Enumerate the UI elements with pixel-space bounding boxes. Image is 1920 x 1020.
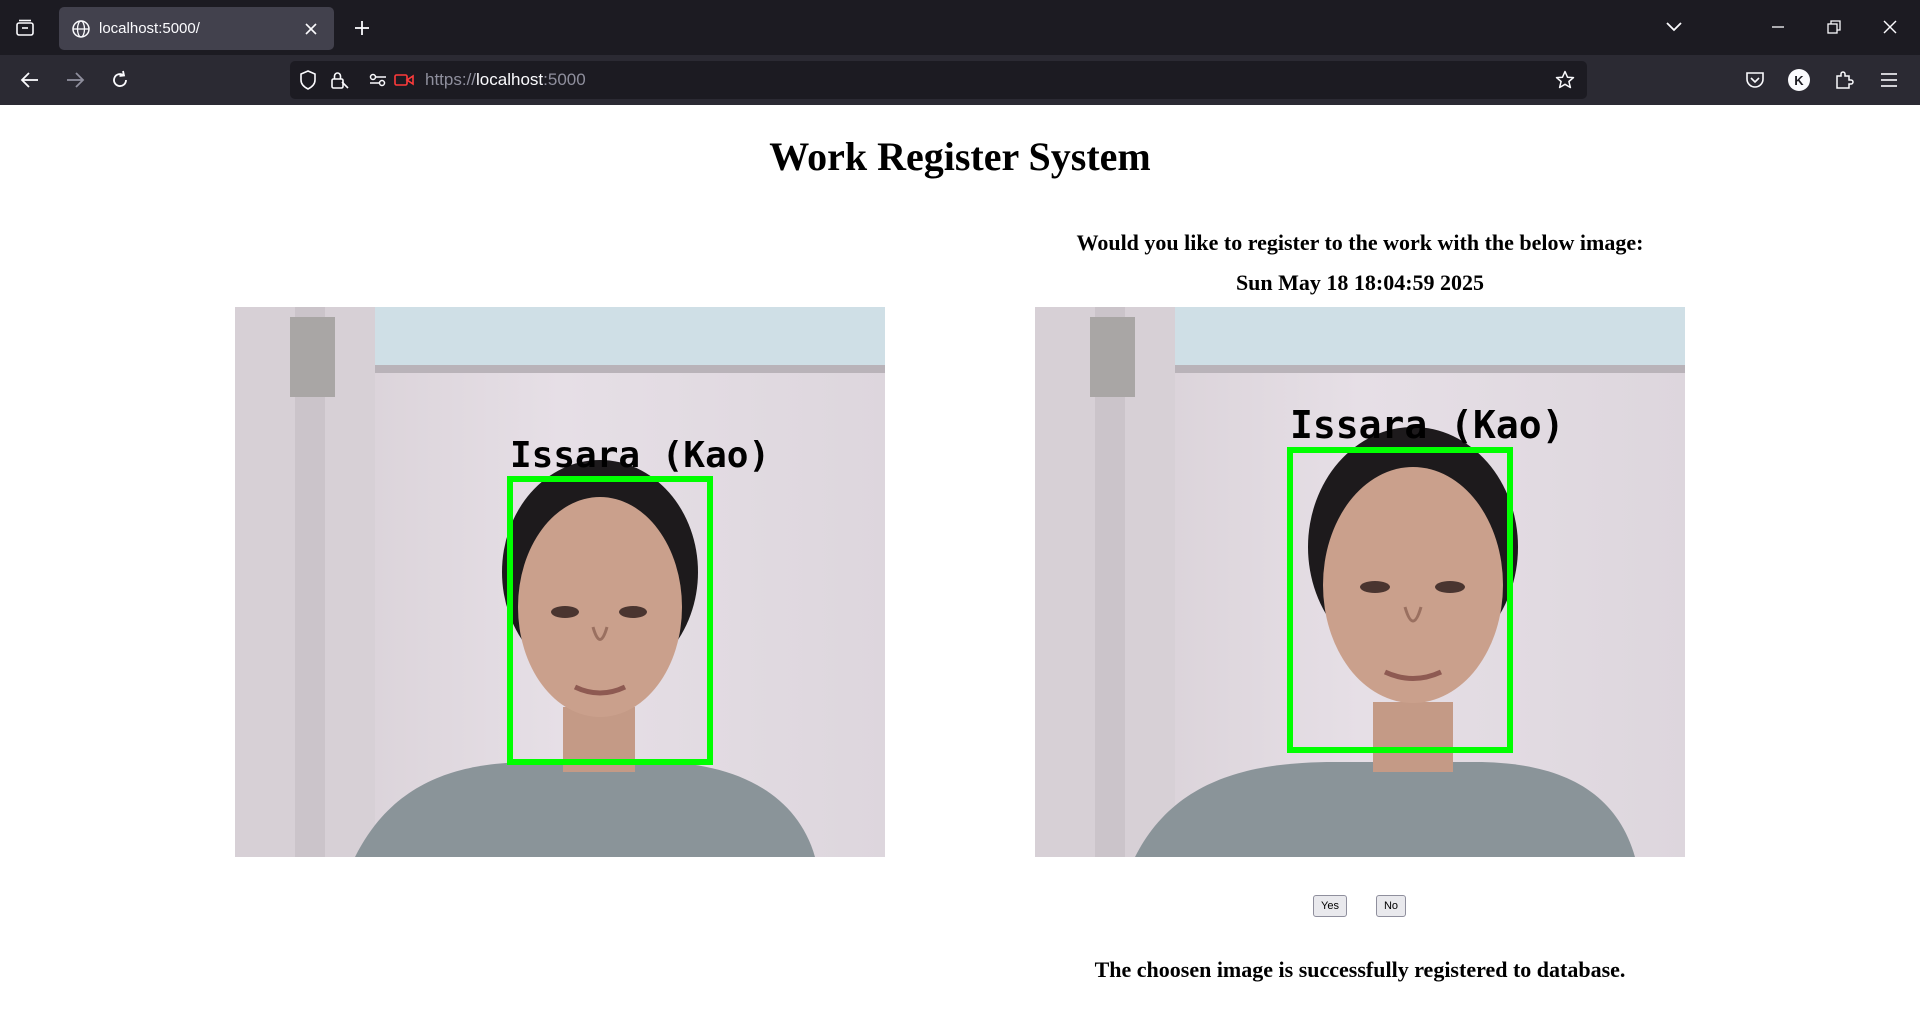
close-window-button[interactable] <box>1872 10 1908 44</box>
browser-tab[interactable]: localhost:5000/ <box>59 7 334 50</box>
forward-button[interactable] <box>59 64 91 96</box>
page-title: Work Register System <box>769 134 1151 179</box>
close-icon <box>1883 20 1897 34</box>
tab-list-icon <box>16 19 34 36</box>
new-tab-button[interactable] <box>347 13 377 43</box>
arrow-right-icon <box>67 72 85 88</box>
shield-icon[interactable] <box>297 70 319 90</box>
tab-overflow-button[interactable] <box>1656 10 1692 44</box>
yes-button[interactable]: Yes <box>1313 895 1347 917</box>
restore-button[interactable] <box>1816 10 1852 44</box>
minimize-button[interactable] <box>1760 10 1796 44</box>
back-button[interactable] <box>14 64 46 96</box>
pocket-icon <box>1746 72 1764 88</box>
reload-button[interactable] <box>104 64 136 96</box>
capture-timestamp: Sun May 18 18:04:59 2025 <box>1235 270 1485 295</box>
lock-icon[interactable] <box>328 70 350 90</box>
status-message: The choosen image is successfully regist… <box>1094 957 1626 982</box>
page-content: Work Register System Issara (Kao) Would … <box>0 105 1920 1020</box>
url-scheme: https:// <box>425 70 477 89</box>
app-menu-button[interactable] <box>1873 64 1905 96</box>
permissions-icon[interactable] <box>367 70 389 90</box>
account-button[interactable]: K <box>1783 64 1815 96</box>
extensions-button[interactable] <box>1828 64 1860 96</box>
list-all-tabs-button[interactable] <box>10 13 40 43</box>
tab-bar: localhost:5000/ <box>0 0 1920 55</box>
url-host: localhost <box>476 70 544 89</box>
minimize-icon <box>1772 26 1784 28</box>
plus-icon <box>355 21 369 35</box>
close-tab-icon[interactable] <box>300 18 322 40</box>
tab-title: localhost:5000/ <box>99 20 200 37</box>
pocket-button[interactable] <box>1739 64 1771 96</box>
avatar: K <box>1788 69 1810 91</box>
bookmark-star-icon[interactable] <box>1554 70 1576 90</box>
url-port: :5000 <box>543 70 586 89</box>
arrow-left-icon <box>20 72 38 88</box>
right-face-label: Issara (Kao) <box>1290 403 1565 447</box>
no-button[interactable]: No <box>1376 895 1406 917</box>
restore-icon <box>1827 20 1841 34</box>
live-camera-image: Issara (Kao) <box>235 307 885 857</box>
hamburger-menu-icon <box>1881 73 1897 87</box>
left-face-label: Issara (Kao) <box>510 435 770 476</box>
registration-question: Would you like to register to the work w… <box>1076 230 1644 255</box>
address-bar[interactable]: https://localhost:5000 <box>290 61 1587 99</box>
captured-image: Issara (Kao) <box>1035 307 1685 857</box>
url-text[interactable]: https://localhost:5000 <box>425 70 586 90</box>
reload-icon <box>113 70 127 87</box>
puzzle-icon <box>1836 71 1854 89</box>
camera-sharing-icon[interactable] <box>393 70 415 90</box>
chevron-down-icon <box>1666 22 1682 32</box>
navigation-toolbar: https://localhost:5000 K <box>0 55 1920 105</box>
globe-icon <box>71 19 91 39</box>
